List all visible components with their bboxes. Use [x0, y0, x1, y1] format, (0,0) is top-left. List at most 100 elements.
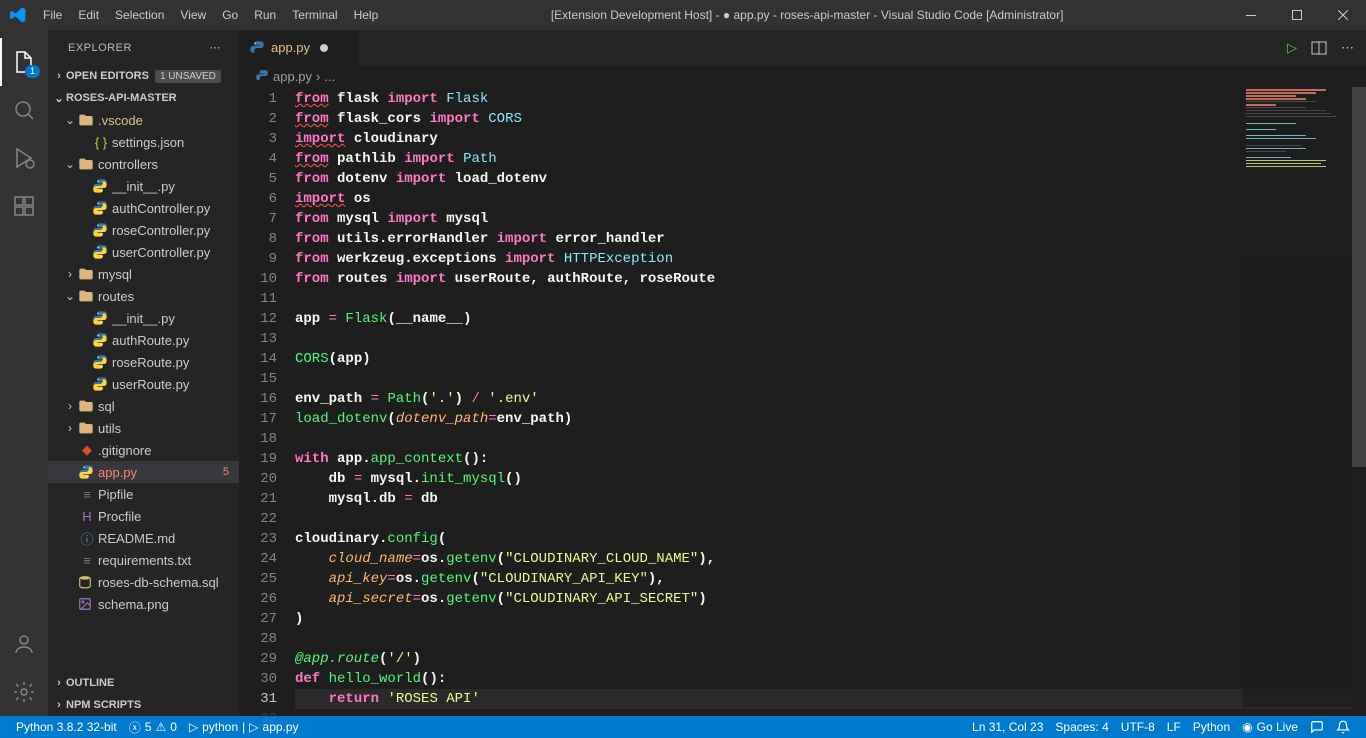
code-content[interactable]: from flask import Flaskfrom flask_cors i…: [295, 87, 1366, 716]
vertical-scrollbar[interactable]: [1352, 87, 1366, 716]
search-activity[interactable]: [0, 86, 48, 134]
file-rosecontroller-py[interactable]: roseController.py: [48, 219, 239, 241]
folder-sql[interactable]: ›sql: [48, 395, 239, 417]
file---init---py[interactable]: __init__.py: [48, 175, 239, 197]
code-line-5[interactable]: from dotenv import load_dotenv: [295, 169, 1366, 189]
python-icon: [92, 222, 110, 238]
file---init---py[interactable]: __init__.py: [48, 307, 239, 329]
code-line-26[interactable]: api_secret=os.getenv("CLOUDINARY_API_SEC…: [295, 589, 1366, 609]
file-procfile[interactable]: HProcfile: [48, 505, 239, 527]
menu-help[interactable]: Help: [346, 0, 387, 30]
file-authcontroller-py[interactable]: authController.py: [48, 197, 239, 219]
problems-status[interactable]: ⓧ5 ⚠0: [123, 719, 183, 736]
folder-utils[interactable]: ›utils: [48, 417, 239, 439]
cursor-position[interactable]: Ln 31, Col 23: [966, 720, 1049, 734]
code-line-11[interactable]: [295, 289, 1366, 309]
code-line-6[interactable]: import os: [295, 189, 1366, 209]
code-line-27[interactable]: ): [295, 609, 1366, 629]
minimize-button[interactable]: [1228, 0, 1274, 30]
run-code-icon[interactable]: ▷: [1287, 40, 1297, 56]
tab-app-py[interactable]: app.py: [239, 30, 359, 65]
activity-bar: 1: [0, 30, 48, 716]
tree-item-label: mysql: [98, 267, 132, 282]
indentation[interactable]: Spaces: 4: [1049, 720, 1114, 734]
code-line-3[interactable]: import cloudinary: [295, 129, 1366, 149]
file-authroute-py[interactable]: authRoute.py: [48, 329, 239, 351]
file-pipfile[interactable]: ≡Pipfile: [48, 483, 239, 505]
code-line-28[interactable]: [295, 629, 1366, 649]
open-editors-section[interactable]: › OPEN EDITORS 1 UNSAVED: [48, 65, 239, 87]
code-line-22[interactable]: [295, 509, 1366, 529]
encoding[interactable]: UTF-8: [1115, 720, 1161, 734]
file-userroute-py[interactable]: userRoute.py: [48, 373, 239, 395]
go-live[interactable]: ◉ Go Live: [1236, 720, 1304, 734]
explorer-activity[interactable]: 1: [0, 38, 48, 86]
folder-root-section[interactable]: ⌄ ROSES-API-MASTER: [48, 87, 239, 109]
code-line-24[interactable]: cloud_name=os.getenv("CLOUDINARY_CLOUD_N…: [295, 549, 1366, 569]
more-actions-icon[interactable]: ⋯: [210, 41, 222, 54]
code-line-18[interactable]: [295, 429, 1366, 449]
python-interpreter[interactable]: Python 3.8.2 32-bit: [10, 720, 123, 734]
language-mode[interactable]: Python: [1187, 720, 1236, 734]
code-line-15[interactable]: [295, 369, 1366, 389]
code-line-2[interactable]: from flask_cors import CORS: [295, 109, 1366, 129]
folder-controllers[interactable]: ⌄controllers: [48, 153, 239, 175]
file-schema-png[interactable]: schema.png: [48, 593, 239, 615]
code-line-20[interactable]: db = mysql.init_mysql(): [295, 469, 1366, 489]
file-requirements-txt[interactable]: ≡requirements.txt: [48, 549, 239, 571]
close-button[interactable]: [1320, 0, 1366, 30]
run-activity[interactable]: [0, 134, 48, 182]
breadcrumbs[interactable]: app.py › ...: [239, 65, 1366, 87]
code-line-21[interactable]: mysql.db = db: [295, 489, 1366, 509]
folder--vscode[interactable]: ⌄.vscode: [48, 109, 239, 131]
eol[interactable]: LF: [1161, 720, 1187, 734]
menu-run[interactable]: Run: [246, 0, 284, 30]
menu-view[interactable]: View: [172, 0, 214, 30]
file-settings-json[interactable]: { }settings.json: [48, 131, 239, 153]
code-line-29[interactable]: @app.route('/'): [295, 649, 1366, 669]
npm-scripts-section[interactable]: › NPM SCRIPTS: [48, 694, 239, 716]
code-line-12[interactable]: app = Flask(__name__): [295, 309, 1366, 329]
code-editor[interactable]: 1234567891011121314151617181920212223242…: [239, 87, 1366, 716]
folder-routes[interactable]: ⌄routes: [48, 285, 239, 307]
minimap[interactable]: [1242, 87, 1352, 707]
code-line-14[interactable]: CORS(app): [295, 349, 1366, 369]
code-line-1[interactable]: from flask import Flask: [295, 89, 1366, 109]
code-line-19[interactable]: with app.app_context():: [295, 449, 1366, 469]
settings-activity[interactable]: [0, 668, 48, 716]
code-line-23[interactable]: cloudinary.config(: [295, 529, 1366, 549]
menu-selection[interactable]: Selection: [107, 0, 172, 30]
file-roses-db-schema-sql[interactable]: roses-db-schema.sql: [48, 571, 239, 593]
file-app-py[interactable]: app.py5: [48, 461, 239, 483]
code-line-8[interactable]: from utils.errorHandler import error_han…: [295, 229, 1366, 249]
scrollbar-thumb[interactable]: [1352, 87, 1366, 467]
code-line-4[interactable]: from pathlib import Path: [295, 149, 1366, 169]
accounts-activity[interactable]: [0, 620, 48, 668]
outline-section[interactable]: › OUTLINE: [48, 672, 239, 694]
code-line-13[interactable]: [295, 329, 1366, 349]
notifications-icon[interactable]: [1330, 720, 1356, 734]
code-line-10[interactable]: from routes import userRoute, authRoute,…: [295, 269, 1366, 289]
more-actions-icon[interactable]: ⋯: [1341, 40, 1354, 56]
code-line-16[interactable]: env_path = Path('.') / '.env': [295, 389, 1366, 409]
code-line-7[interactable]: from mysql import mysql: [295, 209, 1366, 229]
folder-mysql[interactable]: ›mysql: [48, 263, 239, 285]
file-readme-md[interactable]: ⓘREADME.md: [48, 527, 239, 549]
file-usercontroller-py[interactable]: userController.py: [48, 241, 239, 263]
file-roseroute-py[interactable]: roseRoute.py: [48, 351, 239, 373]
python-icon: [92, 200, 110, 216]
extensions-activity[interactable]: [0, 182, 48, 230]
code-line-9[interactable]: from werkzeug.exceptions import HTTPExce…: [295, 249, 1366, 269]
code-line-30[interactable]: def hello_world():: [295, 669, 1366, 689]
feedback-icon[interactable]: [1304, 720, 1330, 734]
code-line-31[interactable]: return 'ROSES API': [295, 689, 1366, 709]
file--gitignore[interactable]: ◆.gitignore: [48, 439, 239, 461]
menu-terminal[interactable]: Terminal: [284, 0, 345, 30]
menu-edit[interactable]: Edit: [70, 0, 107, 30]
code-line-17[interactable]: load_dotenv(dotenv_path=env_path): [295, 409, 1366, 429]
split-editor-icon[interactable]: [1311, 40, 1327, 56]
maximize-button[interactable]: [1274, 0, 1320, 30]
menu-file[interactable]: File: [35, 0, 70, 30]
code-line-25[interactable]: api_key=os.getenv("CLOUDINARY_API_KEY"),: [295, 569, 1366, 589]
menu-go[interactable]: Go: [214, 0, 246, 30]
